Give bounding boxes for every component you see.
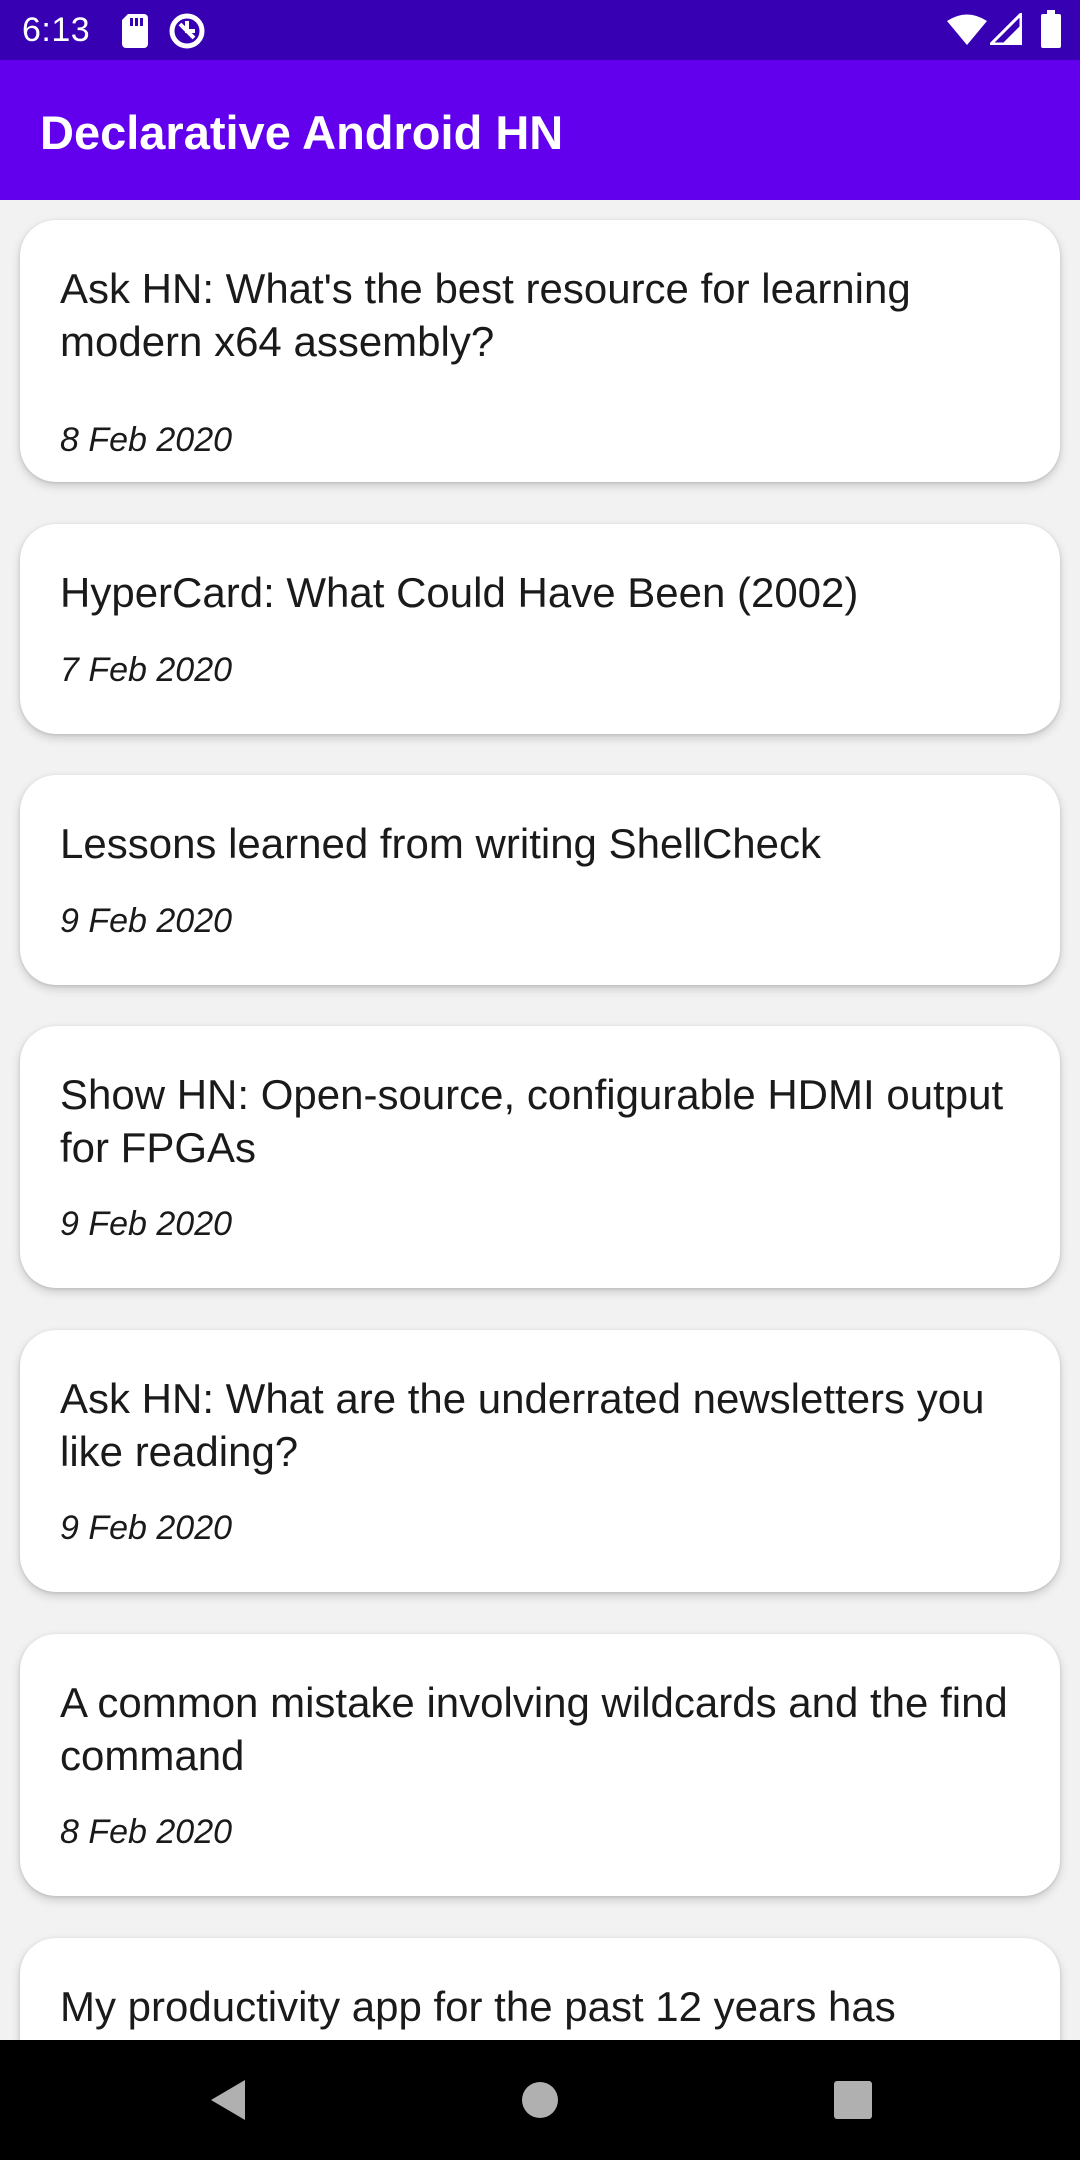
- story-title: Lessons learned from writing ShellCheck: [60, 820, 822, 867]
- story-card[interactable]: HyperCard: What Could Have Been (2002) 7…: [20, 524, 1060, 734]
- story-title: My productivity app for the past 12 year…: [60, 1983, 896, 2030]
- story-title: Ask HN: What's the best resource for lea…: [60, 265, 911, 365]
- signal-icon: [990, 13, 1022, 45]
- story-date: 8 Feb 2020: [60, 1813, 233, 1851]
- story-date: 9 Feb 2020: [60, 902, 233, 940]
- story-title: A common mistake involving wildcards and…: [60, 1679, 1008, 1779]
- story-list[interactable]: Ask HN: What's the best resource for lea…: [0, 200, 1080, 2040]
- app-title: Declarative Android HN: [40, 106, 564, 159]
- back-icon[interactable]: [165, 2040, 285, 2160]
- home-icon[interactable]: [480, 2040, 600, 2160]
- recents-icon[interactable]: [793, 2040, 913, 2160]
- sync-circle-icon: [169, 13, 205, 49]
- story-date: 8 Feb 2020: [60, 421, 233, 459]
- sd-card-icon: [122, 14, 148, 48]
- story-card[interactable]: Lessons learned from writing ShellCheck …: [20, 775, 1060, 985]
- story-card[interactable]: A common mistake involving wildcards and…: [20, 1634, 1060, 1896]
- story-title: HyperCard: What Could Have Been (2002): [60, 569, 859, 616]
- navigation-bar: [0, 2040, 1080, 2160]
- story-date: 9 Feb 2020: [60, 1509, 233, 1547]
- wifi-icon: [947, 14, 987, 45]
- status-bar: 6:13: [0, 0, 1080, 60]
- story-title: Ask HN: What are the underrated newslett…: [60, 1375, 985, 1475]
- story-card[interactable]: My productivity app for the past 12 year…: [20, 1938, 1060, 2040]
- story-card[interactable]: Show HN: Open-source, configurable HDMI …: [20, 1026, 1060, 1288]
- story-title: Show HN: Open-source, configurable HDMI …: [60, 1071, 1004, 1171]
- story-card[interactable]: Ask HN: What are the underrated newslett…: [20, 1330, 1060, 1592]
- story-date: 7 Feb 2020: [60, 651, 233, 689]
- status-time: 6:13: [22, 11, 91, 49]
- story-card[interactable]: Ask HN: What's the best resource for lea…: [20, 220, 1060, 482]
- story-date: 9 Feb 2020: [60, 1205, 233, 1243]
- app-bar: Declarative Android HN: [0, 60, 1080, 200]
- battery-icon: [1041, 10, 1061, 48]
